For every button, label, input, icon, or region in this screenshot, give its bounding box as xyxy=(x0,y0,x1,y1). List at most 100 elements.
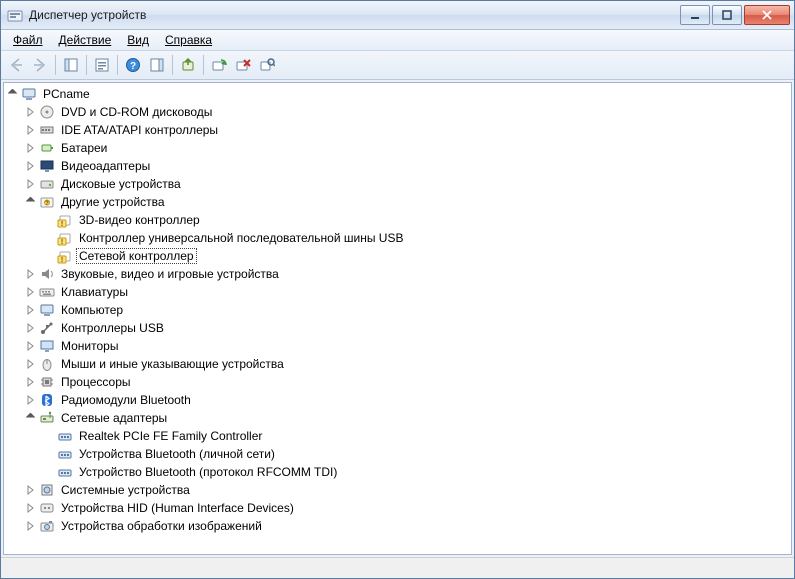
node-label: Другие устройства xyxy=(58,194,168,210)
svg-text:?: ? xyxy=(130,61,136,72)
tree-root[interactable]: PCname xyxy=(8,85,791,103)
tree-category[interactable]: Радиомодули Bluetooth xyxy=(8,391,791,409)
maximize-button[interactable] xyxy=(712,5,742,25)
node-label: Звуковые, видео и игровые устройства xyxy=(58,266,282,282)
imaging-devices-icon xyxy=(39,518,55,534)
tree-category[interactable]: DVD и CD-ROM дисководы xyxy=(8,103,791,121)
tree-category[interactable]: IDE ATA/ATAPI контроллеры xyxy=(8,121,791,139)
menu-view[interactable]: Вид xyxy=(121,32,155,48)
tree-device[interactable]: Устройства Bluetooth (личной сети) xyxy=(8,445,791,463)
tree-device-selected[interactable]: Сетевой контроллер xyxy=(8,247,791,265)
ide-icon xyxy=(39,122,55,138)
tree-device[interactable]: Realtek PCIe FE Family Controller xyxy=(8,427,791,445)
menu-bar: Файл Действие Вид Справка xyxy=(1,30,794,51)
node-label: Устройства обработки изображений xyxy=(58,518,265,534)
expand-toggle-icon[interactable] xyxy=(26,125,36,135)
nav-forward-button xyxy=(29,54,51,76)
tree-category[interactable]: Клавиатуры xyxy=(8,283,791,301)
expand-toggle-icon[interactable] xyxy=(26,341,36,351)
enable-device-button[interactable] xyxy=(208,54,230,76)
tree-category[interactable]: Устройства HID (Human Interface Devices) xyxy=(8,499,791,517)
window-controls xyxy=(680,5,790,25)
processor-icon xyxy=(39,374,55,390)
status-bar xyxy=(1,557,794,578)
expand-toggle-icon[interactable] xyxy=(26,197,36,207)
node-label: Устройства HID (Human Interface Devices) xyxy=(58,500,297,516)
expand-toggle-icon[interactable] xyxy=(26,305,36,315)
device-tree: ? ! xyxy=(4,85,791,535)
node-label: Клавиатуры xyxy=(58,284,131,300)
expand-toggle-icon[interactable] xyxy=(26,269,36,279)
nav-back-button xyxy=(5,54,27,76)
other-devices-icon xyxy=(39,194,55,210)
node-label: Сетевой контроллер xyxy=(76,248,197,264)
expand-toggle-icon[interactable] xyxy=(26,161,36,171)
uninstall-device-button[interactable] xyxy=(232,54,254,76)
expand-toggle-icon[interactable] xyxy=(26,359,36,369)
expand-toggle-icon[interactable] xyxy=(26,413,36,423)
action-pane-button[interactable] xyxy=(146,54,168,76)
expand-toggle-icon[interactable] xyxy=(26,521,36,531)
expand-toggle-icon[interactable] xyxy=(26,485,36,495)
menu-file[interactable]: Файл xyxy=(7,32,49,48)
tree-device[interactable]: Контроллер универсальной последовательно… xyxy=(8,229,791,247)
network-device-icon xyxy=(57,446,73,462)
expand-toggle-icon[interactable] xyxy=(26,179,36,189)
expand-toggle-icon[interactable] xyxy=(26,503,36,513)
expand-toggle-icon[interactable] xyxy=(8,89,18,99)
menu-action[interactable]: Действие xyxy=(53,32,118,48)
battery-icon xyxy=(39,140,55,156)
expand-toggle-icon[interactable] xyxy=(26,395,36,405)
tree-category[interactable]: Компьютер xyxy=(8,301,791,319)
tree-category[interactable]: Мыши и иные указывающие устройства xyxy=(8,355,791,373)
network-adapters-icon xyxy=(39,410,55,426)
minimize-button[interactable] xyxy=(680,5,710,25)
show-hide-tree-button[interactable] xyxy=(60,54,82,76)
tree-category[interactable]: Батареи xyxy=(8,139,791,157)
tree-category[interactable]: Процессоры xyxy=(8,373,791,391)
expand-toggle-icon[interactable] xyxy=(26,323,36,333)
scan-hardware-button[interactable] xyxy=(256,54,278,76)
display-adapter-icon xyxy=(39,158,55,174)
keyboard-icon xyxy=(39,284,55,300)
update-driver-button[interactable] xyxy=(177,54,199,76)
bluetooth-icon xyxy=(39,392,55,408)
help-button[interactable]: ? xyxy=(122,54,144,76)
device-tree-panel[interactable]: ? ! xyxy=(3,82,792,555)
title-bar: Диспетчер устройств xyxy=(1,1,794,30)
hid-icon xyxy=(39,500,55,516)
unknown-device-icon xyxy=(57,230,73,246)
tree-category[interactable]: Сетевые адаптеры xyxy=(8,409,791,427)
node-label: Устройство Bluetooth (протокол RFCOMM TD… xyxy=(76,464,340,480)
computer-category-icon xyxy=(39,302,55,318)
close-button[interactable] xyxy=(744,5,790,25)
tree-category[interactable]: Другие устройства xyxy=(8,193,791,211)
tree-category[interactable]: Системные устройства xyxy=(8,481,791,499)
system-devices-icon xyxy=(39,482,55,498)
properties-button[interactable] xyxy=(91,54,113,76)
expand-toggle-icon[interactable] xyxy=(26,287,36,297)
tree-category[interactable]: Звуковые, видео и игровые устройства xyxy=(8,265,791,283)
window: Диспетчер устройств Файл Действие Вид Сп… xyxy=(0,0,795,579)
mouse-icon xyxy=(39,356,55,372)
expand-toggle-icon[interactable] xyxy=(26,107,36,117)
tree-category[interactable]: Дисковые устройства xyxy=(8,175,791,193)
node-label: Видеоадаптеры xyxy=(58,158,153,174)
expand-toggle-icon[interactable] xyxy=(26,143,36,153)
node-label: Контроллеры USB xyxy=(58,320,167,336)
node-label: Батареи xyxy=(58,140,110,156)
expand-toggle-icon[interactable] xyxy=(26,377,36,387)
network-device-icon xyxy=(57,464,73,480)
tree-device[interactable]: Устройство Bluetooth (протокол RFCOMM TD… xyxy=(8,463,791,481)
node-label: Контроллер универсальной последовательно… xyxy=(76,230,406,246)
node-label: Системные устройства xyxy=(58,482,193,498)
tree-category[interactable]: Видеоадаптеры xyxy=(8,157,791,175)
network-device-icon xyxy=(57,428,73,444)
tree-category[interactable]: Мониторы xyxy=(8,337,791,355)
tree-category[interactable]: Устройства обработки изображений xyxy=(8,517,791,535)
tree-category[interactable]: Контроллеры USB xyxy=(8,319,791,337)
tree-device[interactable]: 3D-видео контроллер xyxy=(8,211,791,229)
menu-help[interactable]: Справка xyxy=(159,32,218,48)
node-label: Процессоры xyxy=(58,374,134,390)
node-label: 3D-видео контроллер xyxy=(76,212,203,228)
